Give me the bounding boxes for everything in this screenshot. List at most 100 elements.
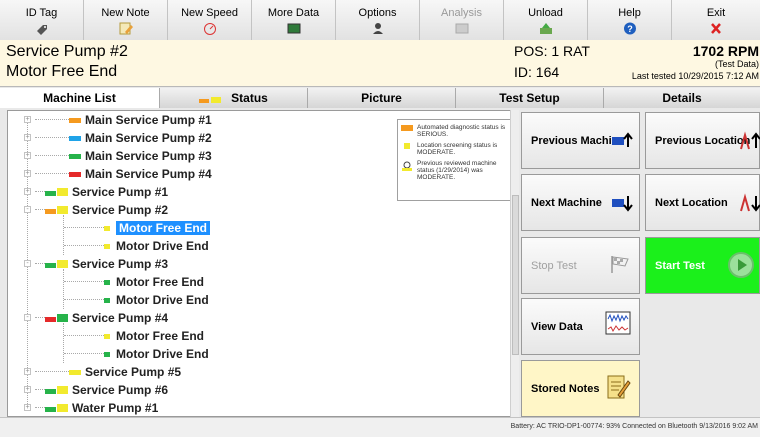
tree-item-sp3-motor-drive-end[interactable]: Motor Drive End (104, 291, 209, 309)
tree-expander[interactable]: + (24, 116, 31, 123)
red-status-flag (69, 171, 81, 177)
id-tag-button[interactable]: ID Tag (0, 0, 84, 40)
data-screen-icon (287, 23, 300, 34)
green-status-flag (104, 351, 110, 357)
tree-item-label: Service Pump #5 (85, 365, 182, 379)
tab-test-setup[interactable]: Test Setup (456, 88, 604, 108)
unload-button[interactable]: Unload (504, 0, 588, 40)
yellow-status-flag (69, 369, 81, 375)
orange-status-flag (69, 117, 81, 123)
legend-text: Location screening status is MODERATE. (417, 142, 498, 156)
machine-tree[interactable]: + Main Service Pump #1 + Main Service Pu… (7, 110, 517, 417)
yellow-status-flag (57, 386, 68, 394)
tree-expander[interactable]: - (24, 314, 31, 321)
previous-location-button[interactable]: Previous Location (645, 112, 760, 169)
tree-item-main-service-pump-4[interactable]: Main Service Pump #4 (69, 165, 212, 183)
new-speed-label: New Speed (181, 7, 238, 19)
tree-connector (35, 371, 69, 372)
green-status-flag (57, 314, 68, 322)
tree-scrollbar[interactable] (510, 110, 519, 417)
new-speed-button[interactable]: New Speed (168, 0, 252, 40)
next-machine-button[interactable]: Next Machine (521, 174, 640, 231)
tree-item-label: Motor Free End (116, 329, 205, 343)
legend-row: Previous reviewed machine status (1/29/2… (401, 160, 508, 181)
tree-item-sp3-motor-free-end[interactable]: Motor Free End (104, 273, 204, 291)
start-test-button[interactable]: Start Test (645, 237, 760, 294)
yellow-status-flag (57, 188, 68, 196)
new-note-button[interactable]: New Note (84, 0, 168, 40)
tree-expander[interactable]: + (24, 170, 31, 177)
tree-item-main-service-pump-1[interactable]: Main Service Pump #1 (69, 111, 212, 129)
tree-item-label: Motor Drive End (116, 293, 209, 307)
tree-connector (35, 191, 45, 192)
next-location-icon (740, 193, 760, 212)
tab-details[interactable]: Details (604, 88, 760, 108)
tree-item-main-service-pump-3[interactable]: Main Service Pump #3 (69, 147, 212, 165)
tree-connector (35, 137, 69, 138)
scrollbar-thumb[interactable] (512, 195, 519, 355)
tab-details-label: Details (662, 91, 702, 105)
tree-connector (35, 209, 45, 210)
previous-location-label: Previous Location (655, 134, 751, 147)
tab-status[interactable]: Status (160, 88, 308, 108)
tree-item-label: Service Pump #6 (72, 383, 169, 397)
tree-expander[interactable]: + (24, 188, 31, 195)
view-data-button[interactable]: View Data (521, 298, 640, 355)
tree-item-sp4-motor-free-end[interactable]: Motor Free End (104, 327, 204, 345)
previous-machine-icon (612, 132, 633, 147)
tree-item-water-pump-1[interactable]: Water Pump #1 (45, 399, 159, 416)
tree-connector (64, 335, 104, 336)
tab-picture-label: Picture (361, 91, 402, 105)
tree-item-main-service-pump-2[interactable]: Main Service Pump #2 (69, 129, 212, 147)
analysis-label: Analysis (441, 7, 482, 19)
unload-icon (539, 23, 552, 34)
stored-notes-button[interactable]: Stored Notes (521, 360, 640, 417)
options-label: Options (358, 7, 397, 19)
tree-item-label: Main Service Pump #2 (85, 131, 212, 145)
tree-item-service-pump-1[interactable]: Service Pump #1 (45, 183, 168, 201)
green-status-flag (104, 297, 110, 303)
checkered-flag-icon (611, 256, 629, 273)
tree-expander[interactable]: - (24, 206, 31, 213)
next-location-button[interactable]: Next Location (645, 174, 760, 231)
tree-item-label: Water Pump #1 (72, 401, 159, 415)
legend-row: Automated diagnostic status is SERIOUS. (401, 124, 508, 138)
close-icon (711, 23, 721, 34)
more-data-button[interactable]: More Data (252, 0, 336, 40)
legend-text: Previous reviewed machine status (1/29/2… (417, 160, 497, 181)
dual-status-flag (45, 314, 68, 322)
tree-item-service-pump-6[interactable]: Service Pump #6 (45, 381, 168, 399)
tree-connector (35, 263, 45, 264)
green-status-flag (45, 191, 56, 196)
help-button[interactable]: Help ? (588, 0, 672, 40)
legend-row: Location screening status is MODERATE. (401, 142, 508, 156)
tab-machine-list[interactable]: Machine List (0, 88, 160, 108)
tree-connector (64, 227, 104, 228)
tree-item-label: Service Pump #4 (72, 311, 169, 325)
tree-expander[interactable]: + (24, 134, 31, 141)
tree-item-sp4-motor-drive-end[interactable]: Motor Drive End (104, 345, 209, 363)
options-button[interactable]: Options (336, 0, 420, 40)
status-flag-icon (199, 97, 222, 103)
last-tested-label: Last tested 10/29/2015 7:12 AM (631, 71, 759, 81)
tree-item-service-pump-5[interactable]: Service Pump #5 (69, 363, 181, 381)
tree-expander[interactable]: + (24, 386, 31, 393)
tree-item-label: Service Pump #1 (72, 185, 169, 199)
yellow-status-flag (57, 404, 68, 412)
tree-connector (35, 389, 45, 390)
tree-expander[interactable]: + (24, 404, 31, 411)
tree-connector (64, 281, 104, 282)
tree-item-label: Motor Free End (116, 221, 211, 235)
tree-expander[interactable]: + (24, 152, 31, 159)
exit-button[interactable]: Exit (672, 0, 760, 40)
tree-item-sp2-motor-drive-end[interactable]: Motor Drive End (104, 237, 209, 255)
tree-item-label: Main Service Pump #1 (85, 113, 212, 127)
yellow-status-flag (57, 260, 68, 268)
tree-item-sp2-motor-free-end[interactable]: Motor Free End (104, 219, 211, 237)
analysis-icon (455, 23, 468, 34)
previous-location-icon (740, 131, 760, 150)
tab-picture[interactable]: Picture (308, 88, 456, 108)
tree-expander[interactable]: - (24, 260, 31, 267)
tree-expander[interactable]: + (24, 368, 31, 375)
previous-machine-button[interactable]: Previous Machine (521, 112, 640, 169)
